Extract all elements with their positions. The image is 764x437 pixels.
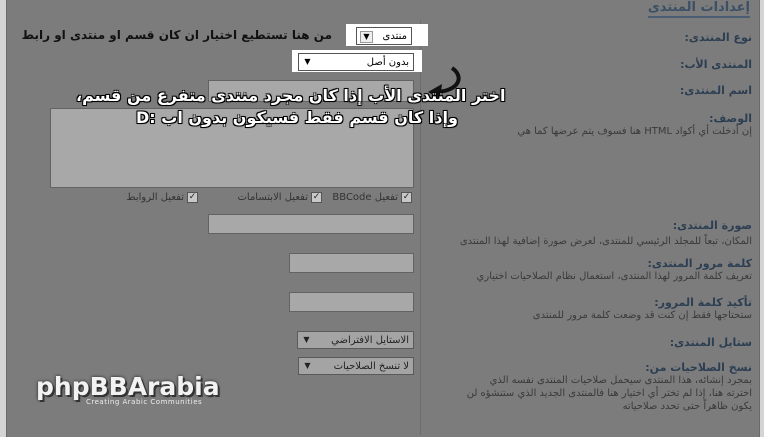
- callout-line-2: وإذا كان قسم فقط فسيكون بدون اب :D: [136, 108, 458, 127]
- copy-permissions-hint-2: اخترته هنا، إذا لم تختر أي اختيار هنا فا…: [466, 388, 752, 399]
- parent-forum-value: بدون أصل: [366, 56, 409, 68]
- forum-password-input[interactable]: [289, 253, 414, 273]
- copy-permissions-hint-3: يكون ظاهراً حتى تحدد صلاحياته: [622, 401, 752, 412]
- page: إعدادات المنتدى نوع المنتدى: منتدى ▼ من …: [0, 0, 764, 437]
- chevron-down-icon: ▼: [360, 31, 373, 43]
- forum-style-value: الاستايل الافتراضي: [331, 334, 409, 346]
- checkbox-check-icon: ✓: [311, 192, 322, 203]
- checkbox-links-label: تفعيل الروابط: [126, 192, 184, 203]
- copy-permissions-value: لا تنسخ الصلاحيات: [333, 360, 409, 372]
- column-divider-lower: [420, 210, 421, 435]
- checkbox-bbcode-label: تفعيل BBCode: [332, 192, 398, 203]
- description-hint: إن أدخلت أي أكواد HTML هنا فسوف يتم عرضه…: [517, 126, 752, 137]
- description-label: الوصف:: [709, 112, 752, 125]
- checkbox-check-icon: ✓: [187, 192, 198, 203]
- forum-image-hint: المكان، تبعاً للمجلد الرئيسي للمنتدى، لع…: [459, 236, 752, 247]
- forum-type-label: نوع المنتدى:: [684, 31, 752, 44]
- forum-password-label: كلمة مرور المنتدى:: [647, 257, 752, 270]
- checkbox-smilies-label: تفعيل الابتسامات: [237, 192, 308, 203]
- confirm-password-label: تأكيد كلمة المرور:: [654, 296, 752, 309]
- copy-permissions-hint-1: بمجرد إنشائه، هذا المنتدى سيحمل صلاحيات …: [489, 375, 752, 386]
- forum-style-label: ستايل المنتدى:: [669, 336, 752, 349]
- copy-permissions-label: نسخ الصلاحيات من:: [645, 361, 752, 374]
- chevron-down-icon: ▼: [303, 335, 310, 344]
- checkbox-links[interactable]: ✓ تفعيل الروابط: [126, 192, 198, 203]
- forum-name-label: اسم المنتدى:: [679, 84, 752, 97]
- section-title: إعدادات المنتدى: [647, 0, 750, 18]
- forum-image-input[interactable]: [208, 214, 414, 234]
- callout-line-1: اختر المنتدى الأب إذا كان مجرد منتدى متف…: [76, 86, 506, 105]
- forum-style-select[interactable]: الاستايل الافتراضي ▼: [297, 331, 414, 349]
- parent-forum-label: المنتدى الأب:: [680, 58, 752, 71]
- chevron-down-icon: ▼: [304, 57, 311, 66]
- forum-type-select[interactable]: منتدى ▼: [356, 27, 412, 45]
- forum-type-value: منتدى: [382, 30, 407, 42]
- phpbbarabia-logo-tagline: Creating Arabic Communities: [86, 398, 203, 406]
- copy-permissions-select[interactable]: لا تنسخ الصلاحيات ▼: [298, 357, 414, 375]
- phpbbarabia-logo: phpBBArabia: [36, 372, 220, 401]
- tip-text: من هنا تستطيع اختيار ان كان قسم او منتدى…: [21, 28, 332, 42]
- checkbox-smilies[interactable]: ✓ تفعيل الابتسامات: [237, 192, 322, 203]
- checkbox-check-icon: ✓: [401, 192, 412, 203]
- confirm-password-hint: ستحتاجها فقط إن كنت قد وضعت كلمة مرور لل…: [532, 310, 752, 321]
- chevron-down-icon: ▼: [304, 361, 311, 370]
- forum-password-hint: تعريف كلمة المرور لهذا المنتدى، استعمال …: [476, 271, 752, 282]
- parent-forum-select[interactable]: بدون أصل ▼: [298, 53, 414, 71]
- confirm-password-input[interactable]: [289, 292, 414, 312]
- forum-image-label: صورة المنتدى:: [672, 219, 752, 232]
- checkbox-bbcode[interactable]: ✓ تفعيل BBCode: [332, 192, 412, 203]
